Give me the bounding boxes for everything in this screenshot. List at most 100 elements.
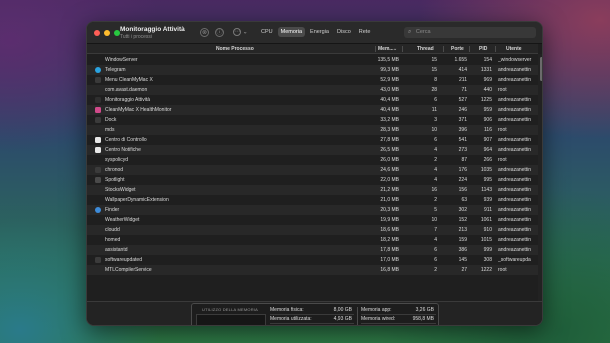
title-block: Monitoraggio Attività Tutti i processi	[120, 26, 185, 40]
cell-ports: 211	[459, 77, 467, 83]
table-row[interactable]: Menu CleanMyMac X 52,9 MB 8 211 969 andreazan…	[87, 75, 538, 85]
table-row[interactable]: Dock 33,2 MB 3 371 906 andreazanettin	[87, 115, 538, 125]
table-row[interactable]: CleanMyMac X HealthMonitor 40,4 MB 11 246 95…	[87, 105, 538, 115]
stop-process-icon[interactable]: ⊗	[200, 28, 209, 37]
table-row[interactable]: Telegram 99,3 MB 15 414 1331 andreazanettin	[87, 65, 538, 75]
cell-process-name: syspolicyd	[105, 157, 129, 163]
search-input[interactable]: ⌕ Cerca	[404, 27, 536, 38]
table-row[interactable]: assistantd 17,8 MB 6 386 999 andreazanettin	[87, 245, 538, 255]
table-row[interactable]: StocksWidget 21,2 MB 16 156 1143 andreazanett…	[87, 185, 538, 195]
notification-center-icon	[95, 147, 101, 153]
cell-pid: 154	[483, 57, 492, 63]
tab-bar: CPU Memoria Energia Disco Rete	[258, 27, 373, 37]
cell-ports: 541	[458, 137, 467, 143]
table-row[interactable]: MTLCompilerService 16,8 MB 2 27 1222 root	[87, 265, 538, 275]
cell-threads: 4	[434, 167, 437, 173]
minimize-button[interactable]	[104, 30, 110, 36]
column-header-threads[interactable]: Thread	[417, 44, 434, 54]
cell-process-name: homed	[105, 237, 121, 243]
cell-pid: 1225	[480, 97, 492, 103]
cell-ports: 224	[458, 177, 467, 183]
table-row[interactable]: chronod 24,6 MB 4 176 1035 andreazanettin	[87, 165, 538, 175]
cell-pid: 969	[483, 77, 492, 83]
table-row[interactable]: Spotlight 22,0 MB 4 224 995 andreazanettin	[87, 175, 538, 185]
telegram-icon	[95, 67, 101, 73]
column-header-pid[interactable]: PID	[479, 44, 487, 54]
cell-memory: 21,0 MB	[380, 197, 399, 203]
cell-memory: 28,3 MB	[380, 127, 399, 133]
sort-descending-icon[interactable]: ⌄	[393, 44, 397, 54]
app-subtitle[interactable]: Tutti i processi	[120, 34, 185, 40]
cell-user: andreazanettin	[498, 247, 532, 253]
finder-icon	[95, 207, 101, 213]
table-row[interactable]: syspolicyd 26,0 MB 2 87 266 root	[87, 155, 538, 165]
cell-threads: 16	[431, 187, 437, 193]
chronod-icon	[95, 167, 101, 173]
search-placeholder: Cerca	[415, 29, 431, 35]
window-controls	[94, 30, 120, 36]
cell-ports: 176	[458, 167, 467, 173]
cell-threads: 2	[434, 197, 437, 203]
info-icon[interactable]: ⓘ	[215, 28, 224, 37]
cell-memory: 40,4 MB	[380, 107, 399, 113]
table-row[interactable]: softwareupdated 17,0 MB 6 145 308 _softwareup…	[87, 255, 538, 265]
tab-disco[interactable]: Disco	[334, 27, 354, 37]
cell-threads: 6	[434, 97, 437, 103]
spotlight-icon	[95, 177, 101, 183]
cell-process-name: Centro Notifiche	[105, 147, 141, 153]
column-header-name[interactable]: Nome Processo	[216, 44, 254, 54]
activity-monitor-icon	[95, 97, 101, 103]
memory-stat-value: 4,93 GB	[333, 316, 352, 322]
table-row[interactable]: Monitoraggio Attività 40,4 MB 6 527 1225 andr…	[87, 95, 538, 105]
cell-process-name: cloudd	[105, 227, 120, 233]
cell-user: andreazanettin	[498, 97, 532, 103]
cell-user: root	[498, 127, 507, 133]
cell-user: andreazanettin	[498, 137, 532, 143]
tab-energia[interactable]: Energia	[307, 27, 332, 37]
memory-stat-row: Memoria app: 3,26 GB	[361, 306, 436, 315]
activity-monitor-window: Monitoraggio Attività Tutti i processi ⊗…	[86, 21, 543, 326]
column-header-user[interactable]: Utente	[506, 44, 522, 54]
cell-memory: 18,2 MB	[380, 237, 399, 243]
cell-process-name: com.avast.daemon	[105, 87, 148, 93]
close-button[interactable]	[94, 30, 100, 36]
table-row[interactable]: WindowServer 135,5 MB 15 1.655 154 _windowser…	[87, 55, 538, 65]
table-row[interactable]: mds 28,3 MB 10 396 116 root	[87, 125, 538, 135]
cell-threads: 15	[431, 57, 437, 63]
cell-threads: 4	[434, 177, 437, 183]
table-row[interactable]: WeatherWidget 19,9 MB 10 152 1061 andreazanet…	[87, 215, 538, 225]
tab-memoria[interactable]: Memoria	[277, 27, 306, 37]
memory-stat-value: 8,00 GB	[333, 307, 352, 313]
cell-memory: 135,5 MB	[377, 57, 399, 63]
cell-threads: 10	[431, 127, 437, 133]
tab-cpu[interactable]: CPU	[258, 27, 276, 37]
table-row[interactable]: com.avast.daemon 43,0 MB 28 71 440 root	[87, 85, 538, 95]
table-row[interactable]: homed 18,2 MB 4 159 1015 andreazanettin	[87, 235, 538, 245]
cell-pid: 995	[483, 177, 492, 183]
column-header-ports[interactable]: Porte	[451, 44, 464, 54]
search-icon: ⌕	[408, 29, 412, 35]
table-row[interactable]: Centro di Controllo 27,8 MB 6 541 907 andreaz…	[87, 135, 538, 145]
scroll-thumb[interactable]	[539, 57, 542, 81]
table-row[interactable]: Finder 20,3 MB 5 302 911 andreazanettin	[87, 205, 538, 215]
memory-stat-label: Memoria utilizzata:	[270, 316, 312, 322]
more-actions-button[interactable]: ⋯ ⌄	[233, 28, 251, 37]
tab-rete[interactable]: Rete	[356, 27, 374, 37]
table-row[interactable]: cloudd 18,6 MB 7 213 910 andreazanettin	[87, 225, 538, 235]
memory-stat-row: Memoria fisica: 8,00 GB	[270, 306, 354, 315]
cell-ports: 159	[458, 237, 467, 243]
table-row[interactable]: Centro Notifiche 26,5 MB 4 273 964 andreazane…	[87, 145, 538, 155]
cell-pid: 910	[483, 227, 492, 233]
cell-user: _windowserver	[498, 57, 532, 63]
table-row[interactable]: WallpaperDynamicExtension 21,0 MB 2 63 939 an…	[87, 195, 538, 205]
scrollbar[interactable]	[538, 54, 542, 301]
memory-stats-left: Memoria fisica: 8,00 GB Memoria utilizzata…	[270, 306, 354, 325]
cell-ports: 145	[458, 257, 467, 263]
cell-user: andreazanettin	[498, 237, 532, 243]
cell-threads: 8	[434, 77, 437, 83]
cell-memory: 19,9 MB	[380, 217, 399, 223]
cell-ports: 27	[461, 267, 467, 273]
cell-ports: 213	[458, 227, 467, 233]
column-header-memory[interactable]: Mem...	[378, 44, 394, 54]
cell-user: andreazanettin	[498, 67, 532, 73]
